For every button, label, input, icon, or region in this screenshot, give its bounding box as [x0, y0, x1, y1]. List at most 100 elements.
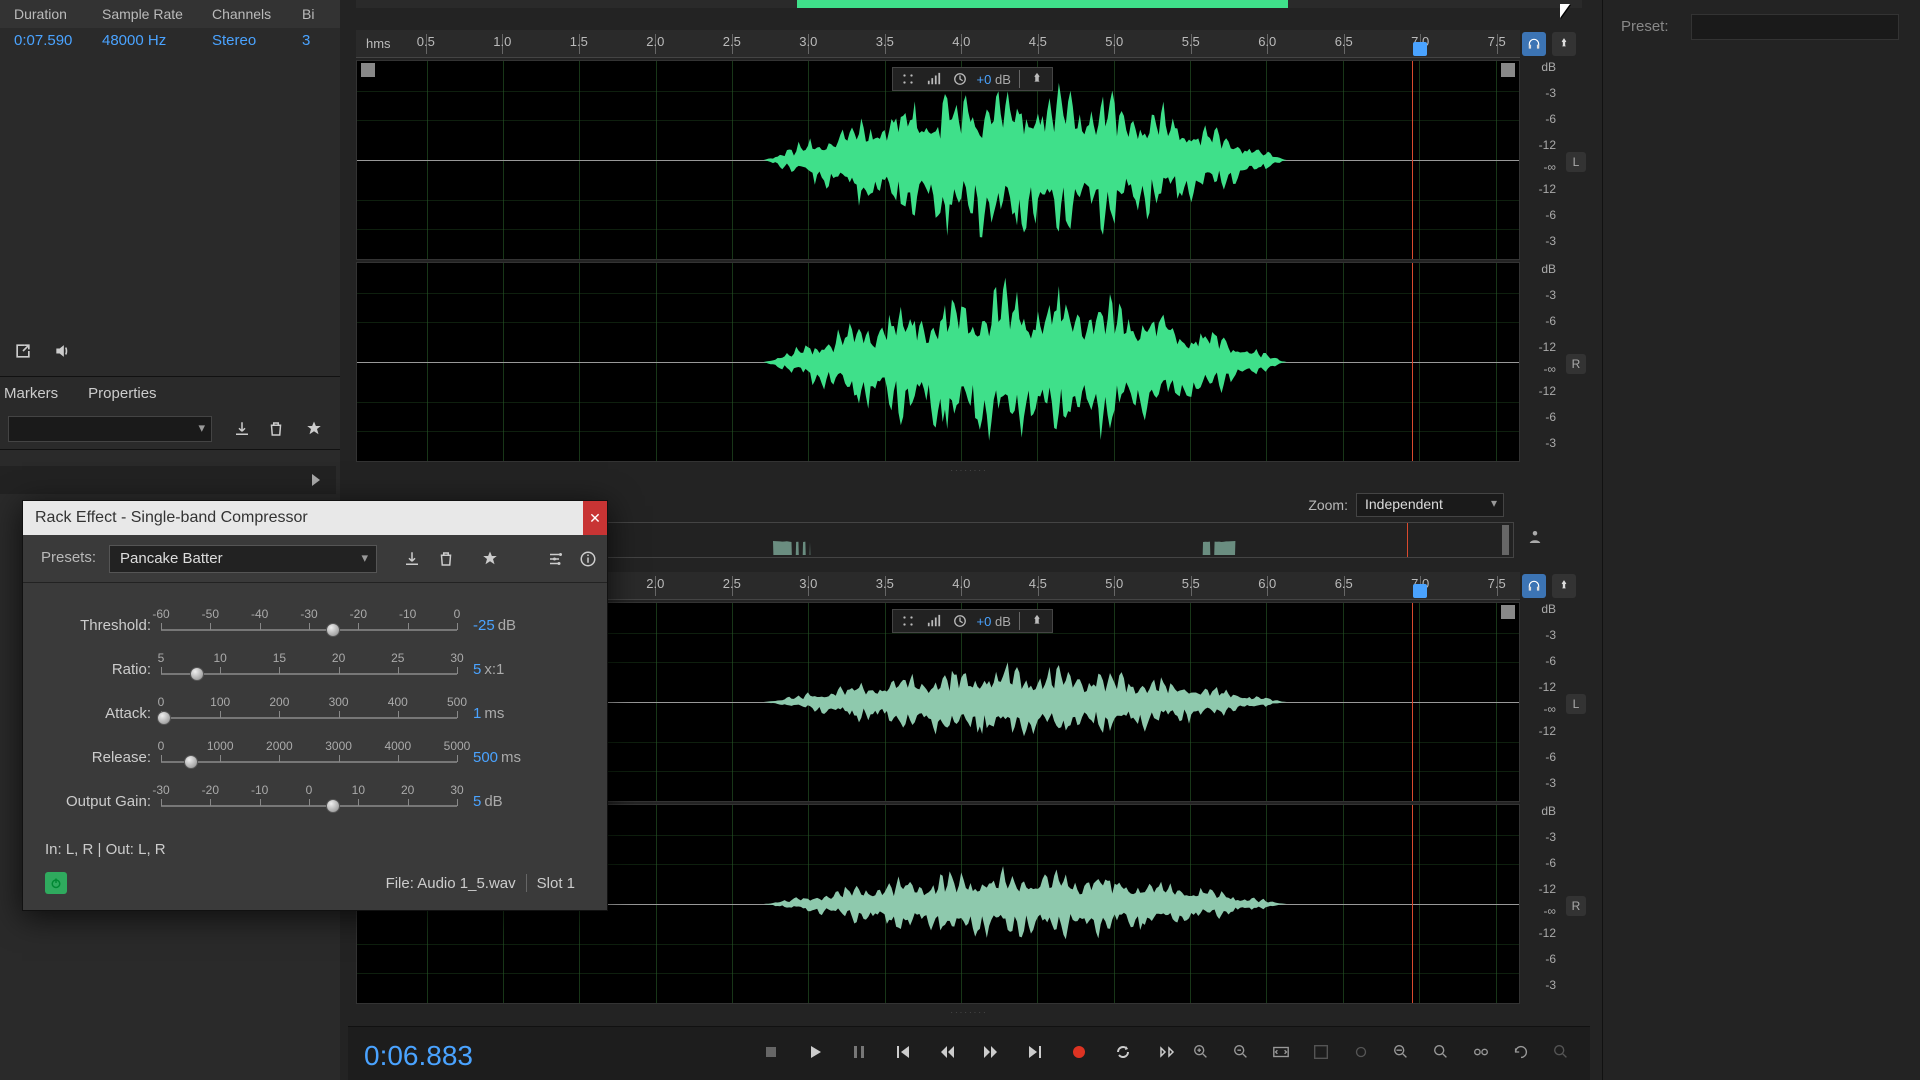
zoom-selection-in-icon[interactable] — [1348, 1039, 1374, 1065]
db-scale: dB-3-6-12-∞-12-6-3 — [1522, 602, 1560, 802]
zoom-full-icon[interactable] — [1268, 1039, 1294, 1065]
tab-properties[interactable]: Properties — [88, 385, 156, 402]
param-value[interactable]: 5x:1 — [457, 661, 549, 678]
waveform-left-top[interactable]: +0 dB — [356, 60, 1520, 260]
favorite-icon[interactable] — [477, 547, 503, 571]
slider-knob[interactable] — [157, 711, 171, 725]
io-text: In: L, R | Out: L, R — [23, 833, 607, 862]
zoom-in-time-icon[interactable] — [1388, 1039, 1414, 1065]
speaker-icon[interactable] — [52, 341, 74, 366]
person-icon[interactable] — [1526, 528, 1548, 550]
headphones-icon[interactable] — [1522, 32, 1546, 56]
timecode-display[interactable]: 0:06.883 — [364, 1040, 473, 1072]
pin-small-icon[interactable] — [1028, 612, 1046, 630]
save-preset-icon[interactable] — [399, 547, 425, 571]
headphones-icon[interactable] — [1522, 574, 1546, 598]
skip-end-button[interactable] — [1022, 1039, 1048, 1065]
preset-dropdown[interactable]: Pancake Batter — [109, 545, 377, 573]
param-value[interactable]: -25dB — [457, 617, 549, 634]
zoom-out-time-icon[interactable] — [1428, 1039, 1454, 1065]
zoom-selection-icon[interactable] — [1308, 1039, 1334, 1065]
zoom-mode-dropdown[interactable]: Independent — [1356, 493, 1504, 517]
pin-icon[interactable] — [1552, 32, 1576, 56]
slider-knob[interactable] — [184, 755, 198, 769]
effects-rack-expand[interactable] — [0, 466, 336, 494]
zoom-mode-row: Zoom: Independent — [1308, 490, 1504, 520]
param-value[interactable]: 5dB — [457, 793, 549, 810]
pin-icon[interactable] — [1552, 574, 1576, 598]
channel-badge-left[interactable]: L — [1566, 694, 1586, 714]
param-threshold: Threshold:-60-50-40-30-20-100-25dB — [45, 603, 585, 647]
play-button[interactable] — [802, 1039, 828, 1065]
playhead-marker[interactable] — [1413, 42, 1427, 56]
import-icon[interactable] — [12, 341, 34, 366]
waveform-right-top[interactable] — [356, 262, 1520, 462]
param-slider[interactable]: -60-50-40-30-20-100 — [161, 611, 457, 639]
save-preset-icon[interactable] — [230, 418, 254, 440]
stop-button[interactable] — [758, 1039, 784, 1065]
record-button[interactable] — [1066, 1039, 1092, 1065]
drag-handle-icon[interactable] — [899, 70, 917, 88]
param-slider[interactable]: 0100200300400500 — [161, 699, 457, 727]
slider-knob[interactable] — [326, 623, 340, 637]
effects-preset-row — [0, 410, 340, 450]
param-value[interactable]: 500ms — [457, 749, 549, 766]
param-label: Attack: — [45, 705, 161, 722]
power-toggle[interactable] — [45, 872, 67, 894]
right-preset-dropdown[interactable] — [1691, 14, 1899, 40]
param-release: Release:010002000300040005000500ms — [45, 735, 585, 779]
splitter-handle[interactable]: ········ — [939, 466, 999, 472]
delete-preset-icon[interactable] — [264, 418, 288, 440]
param-value[interactable]: 1ms — [457, 705, 549, 722]
gain-hud[interactable]: +0 dB — [892, 609, 1053, 633]
clock-icon[interactable] — [951, 612, 969, 630]
splitter-handle[interactable]: ········ — [939, 1008, 999, 1014]
slider-knob[interactable] — [190, 667, 204, 681]
clock-icon[interactable] — [951, 70, 969, 88]
volume-bars-icon — [925, 70, 943, 88]
drag-handle-icon[interactable] — [899, 612, 917, 630]
settings-icon[interactable] — [543, 547, 569, 571]
db-scale: dB-3-6-12-∞-12-6-3 — [1522, 60, 1560, 260]
zoom-reset-icon[interactable] — [1508, 1039, 1534, 1065]
overview-scrollbar[interactable] — [356, 0, 1582, 8]
nav-handle-right[interactable] — [1502, 525, 1509, 555]
col-bitdepth: Bi — [296, 4, 332, 24]
gain-hud[interactable]: +0 dB — [892, 67, 1053, 91]
skip-start-button[interactable] — [890, 1039, 916, 1065]
channel-badge-right[interactable]: R — [1566, 354, 1586, 374]
preset-label: Preset: — [1621, 18, 1669, 35]
channel-badge-right[interactable]: R — [1566, 896, 1586, 916]
time-ruler-top[interactable]: hms 0.51.01.52.02.53.03.54.04.55.05.56.0… — [356, 30, 1520, 58]
zoom-out-icon[interactable] — [1228, 1039, 1254, 1065]
close-button[interactable]: ✕ — [583, 501, 607, 535]
right-panel: Preset: — [1602, 0, 1920, 1080]
file-row[interactable]: 0:07.590 48000 Hz Stereo 3 — [0, 28, 340, 53]
param-slider[interactable]: 51015202530 — [161, 655, 457, 683]
skip-selection-button[interactable] — [1154, 1039, 1180, 1065]
channel-badge-left[interactable]: L — [1566, 152, 1586, 172]
zoom-link-icon[interactable] — [1468, 1039, 1494, 1065]
zoom-in-icon[interactable] — [1188, 1039, 1214, 1065]
col-samplerate: Sample Rate — [96, 4, 206, 24]
param-slider[interactable]: 010002000300040005000 — [161, 743, 457, 771]
zoom-vert-icon[interactable] — [1548, 1039, 1574, 1065]
panel-tabs: Markers Properties — [0, 376, 340, 410]
slider-knob[interactable] — [326, 799, 340, 813]
param-slider[interactable]: -30-20-100102030 — [161, 787, 457, 815]
info-icon[interactable] — [575, 547, 601, 571]
file-table-header: Duration Sample Rate Channels Bi — [0, 0, 340, 28]
favorite-icon[interactable] — [302, 418, 326, 440]
rewind-button[interactable] — [934, 1039, 960, 1065]
pin-small-icon[interactable] — [1028, 70, 1046, 88]
dialog-titlebar[interactable]: Rack Effect - Single-band Compressor ✕ — [23, 501, 607, 535]
pause-button[interactable] — [846, 1039, 872, 1065]
db-scale: dB-3-6-12-∞-12-6-3 — [1522, 804, 1560, 1004]
tab-markers[interactable]: Markers — [4, 385, 58, 402]
db-scale: dB-3-6-12-∞-12-6-3 — [1522, 262, 1560, 462]
playhead-marker[interactable] — [1413, 584, 1427, 598]
loop-button[interactable] — [1110, 1039, 1136, 1065]
delete-preset-icon[interactable] — [433, 547, 459, 571]
fast-forward-button[interactable] — [978, 1039, 1004, 1065]
effects-preset-dropdown[interactable] — [8, 416, 212, 442]
